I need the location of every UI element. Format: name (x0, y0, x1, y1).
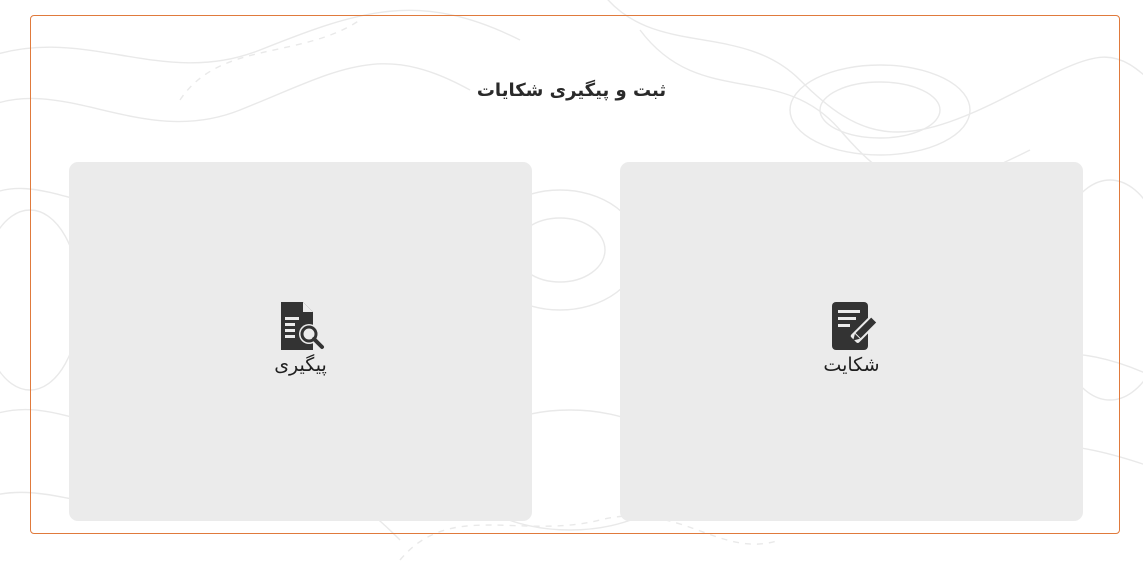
complaint-card-label: شکایت (823, 354, 880, 376)
followup-card-label: پیگیری (274, 354, 327, 376)
page-title: ثبت و پیگیری شکایات (476, 80, 667, 101)
document-pen-icon (831, 302, 878, 350)
complaint-card[interactable]: شکایت (620, 162, 1083, 521)
followup-card[interactable]: پیگیری (69, 162, 532, 521)
document-search-icon (280, 302, 324, 350)
